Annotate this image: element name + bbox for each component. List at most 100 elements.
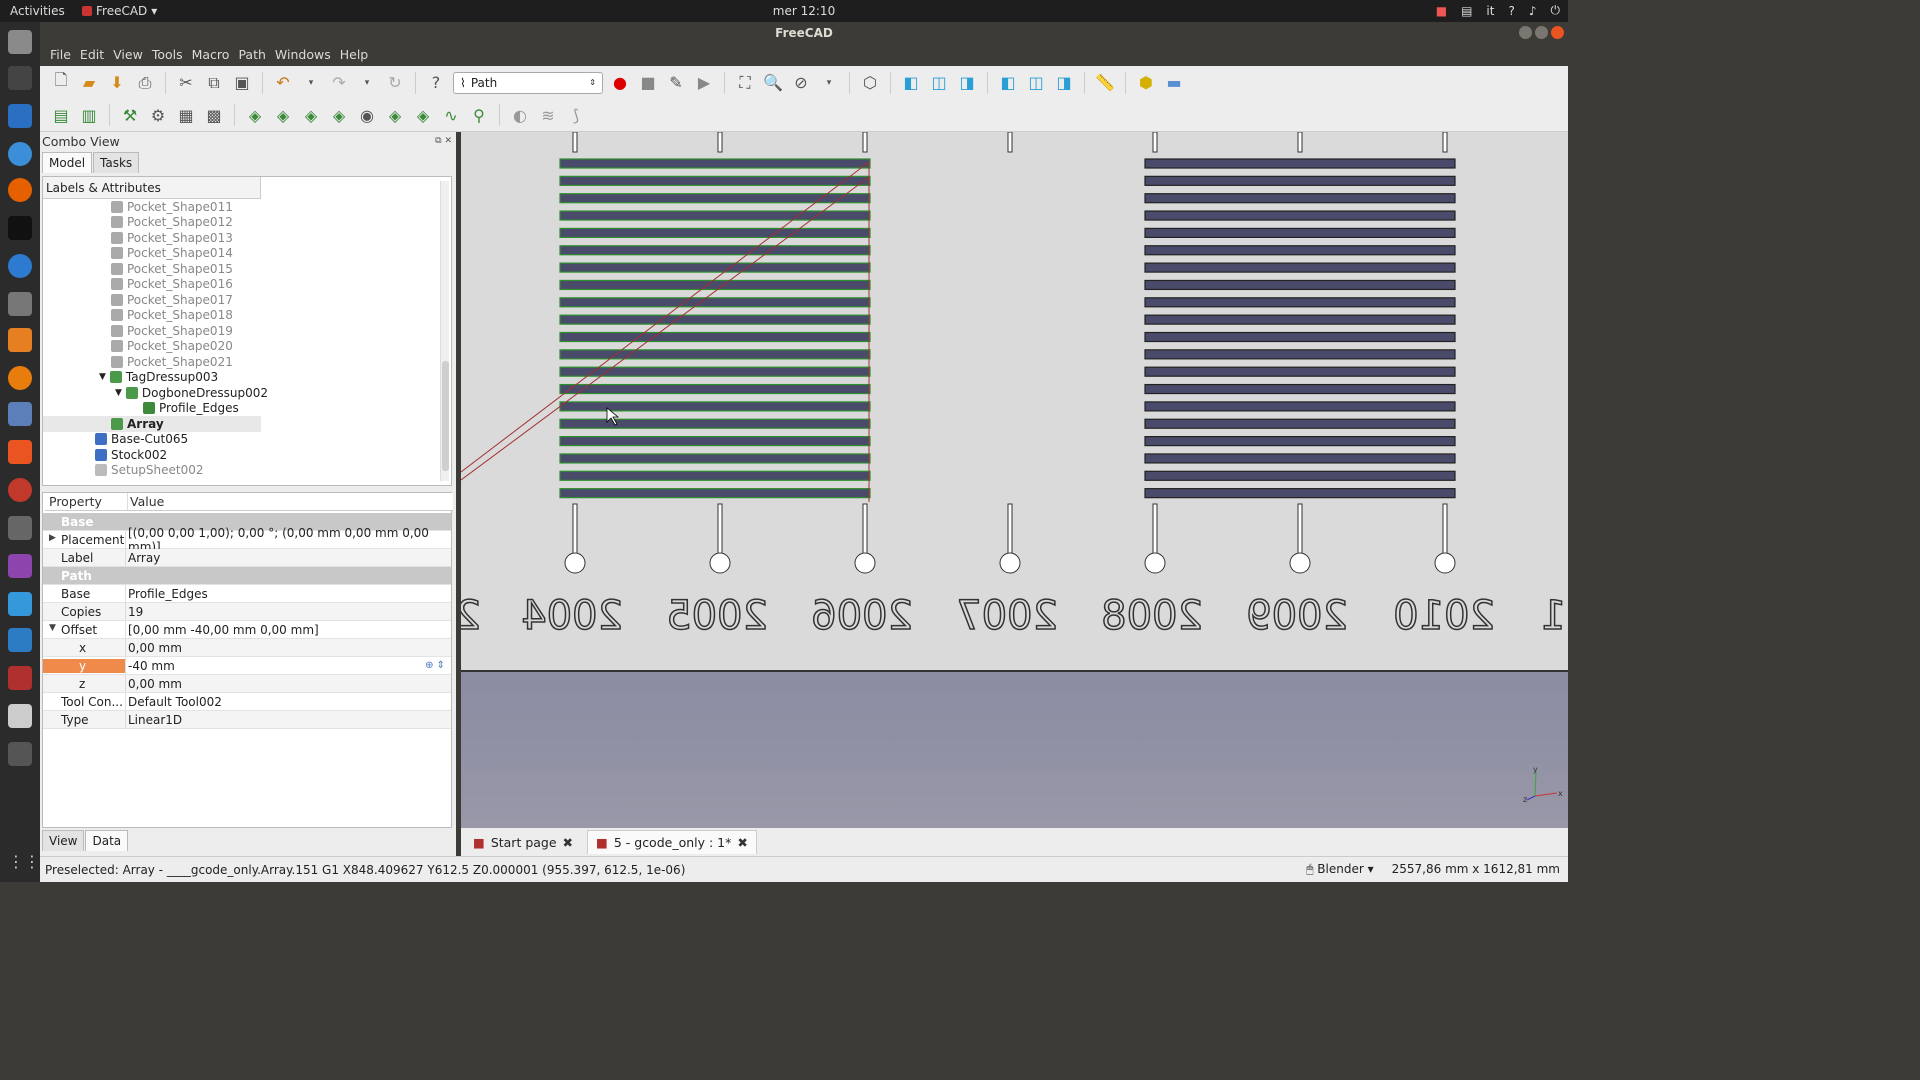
property-row-label[interactable]: Label Array — [43, 549, 451, 567]
power-icon[interactable]: ⏻ — [1551, 3, 1561, 18]
value-column-header[interactable]: Value — [127, 493, 453, 510]
copy-path-icon[interactable]: ▦ — [175, 104, 197, 126]
close-button[interactable] — [1551, 26, 1564, 39]
pocket-bar[interactable] — [559, 314, 871, 325]
inkscape-icon[interactable] — [8, 66, 32, 90]
pocket-bar[interactable] — [559, 383, 871, 395]
menu-help[interactable]: Help — [340, 44, 378, 66]
firefox-icon[interactable] — [8, 178, 32, 202]
pocket-bar[interactable] — [1144, 227, 1456, 239]
tree-item-dogbone[interactable]: ▼ DogboneDressup002 — [115, 385, 268, 401]
tab-model[interactable]: Model — [42, 152, 93, 173]
pocket-bar[interactable] — [559, 488, 871, 499]
pocket-bar[interactable] — [1144, 436, 1456, 447]
fit-selection-icon[interactable]: 🔍 — [762, 72, 784, 94]
menu-macro[interactable]: Macro — [192, 44, 239, 66]
left-view-icon[interactable]: ◨ — [1053, 72, 1075, 94]
pocket-bar[interactable] — [559, 245, 871, 256]
tree-item[interactable]: Pocket_Shape013 — [111, 230, 233, 246]
edit-macro-icon[interactable]: ✎ — [665, 72, 687, 94]
pocket-bar[interactable] — [1144, 470, 1456, 481]
property-row-offset[interactable]: ▼ Offset [0,00 mm -40,00 mm 0,00 mm] — [43, 621, 451, 639]
draw-style-dropdown-icon[interactable]: ▾ — [818, 72, 840, 94]
isometric-view-icon[interactable]: ⬡ — [859, 72, 881, 94]
tree-item[interactable]: Pocket_Shape016 — [111, 277, 233, 293]
install-icon[interactable] — [8, 402, 32, 426]
menu-windows[interactable]: Windows — [275, 44, 340, 66]
camera-app-icon[interactable] — [8, 516, 32, 540]
tab-tasks[interactable]: Tasks — [93, 152, 140, 173]
pocket-bar[interactable] — [1144, 349, 1456, 360]
tool-controller-icon[interactable]: ⚒ — [119, 104, 141, 126]
pocket-bar[interactable] — [559, 470, 871, 481]
rear-view-icon[interactable]: ◧ — [997, 72, 1019, 94]
undo-dropdown-icon[interactable]: ▾ — [300, 72, 322, 94]
tree-item[interactable]: Pocket_Shape019 — [111, 323, 233, 339]
chromium-icon[interactable] — [8, 142, 32, 166]
property-column-header[interactable]: Property — [45, 494, 127, 509]
clock[interactable]: mer 12:10 — [0, 4, 1608, 18]
print-icon[interactable]: ⎙ — [134, 72, 156, 94]
expand-arrow-icon[interactable]: ▼ — [99, 372, 106, 382]
tree-item[interactable]: Pocket_Shape014 — [111, 246, 233, 262]
tree-item[interactable]: Pocket_Shape021 — [111, 354, 233, 370]
profile-icon[interactable]: ◈ — [244, 104, 266, 126]
refresh-icon[interactable]: ↻ — [384, 72, 406, 94]
menu-view[interactable]: View — [113, 44, 152, 66]
freecad-dock-icon[interactable] — [8, 666, 32, 690]
pocket-bar[interactable] — [1144, 175, 1456, 186]
undo-icon[interactable]: ↶ — [272, 72, 294, 94]
pocket-bar[interactable] — [559, 175, 871, 186]
menu-tools[interactable]: Tools — [152, 44, 192, 66]
tree-item[interactable]: Pocket_Shape011 — [111, 199, 233, 215]
pocket-bar[interactable] — [1144, 245, 1456, 256]
drill-icon[interactable]: ◉ — [356, 104, 378, 126]
scratch-icon[interactable] — [8, 328, 32, 352]
property-row-placement[interactable]: ▶ Placement [(0,00 0,00 1,00); 0,00 °; (0,… — [43, 526, 451, 554]
whats-this-icon[interactable]: ? — [425, 72, 447, 94]
simulator-icon[interactable]: ▩ — [203, 104, 225, 126]
run-macro-icon[interactable]: ▶ — [693, 72, 715, 94]
pocket-bar[interactable] — [1144, 279, 1456, 291]
job-icon[interactable]: ▤ — [50, 104, 72, 126]
surface-icon[interactable]: ◐ — [509, 104, 531, 126]
pocket-bar[interactable] — [1144, 262, 1456, 273]
property-row-type[interactable]: Type Linear1D — [43, 711, 451, 729]
menu-edit[interactable]: Edit — [80, 44, 113, 66]
pocket-bar[interactable] — [559, 418, 871, 429]
waterline-icon[interactable]: ≋ — [537, 104, 559, 126]
pocket-bar[interactable] — [559, 331, 871, 343]
pocket-bar[interactable] — [1144, 210, 1456, 221]
clipboard-icon[interactable]: ▤ — [1461, 4, 1472, 18]
workbench-selector[interactable]: ⌇ Path ⇕ — [453, 71, 603, 94]
pocket-bar[interactable] — [559, 349, 871, 360]
cut-icon[interactable]: ✂ — [175, 72, 197, 94]
kdenlive-icon[interactable] — [8, 592, 32, 616]
menu-path[interactable]: Path — [238, 44, 274, 66]
post-process-icon[interactable]: ▥ — [78, 104, 100, 126]
volume-icon[interactable]: ♪ — [1529, 4, 1537, 18]
camera-icon[interactable]: ■ — [1436, 4, 1447, 18]
tree-item-array[interactable]: Array — [43, 416, 261, 432]
mill-face-icon[interactable]: ◈ — [412, 104, 434, 126]
property-group[interactable]: Path — [43, 567, 451, 585]
pocket-bar[interactable] — [1144, 488, 1456, 499]
fit-all-icon[interactable]: ⛶ — [734, 72, 756, 94]
pocket-bar[interactable] — [1144, 297, 1456, 308]
property-row-offset-x[interactable]: x 0,00 mm — [43, 639, 451, 657]
show-apps-icon[interactable]: ⋮⋮ — [8, 852, 40, 876]
cura-icon[interactable] — [8, 254, 32, 278]
pocket-bar[interactable] — [1144, 193, 1456, 204]
property-row-copies[interactable]: Copies 19 — [43, 603, 451, 621]
close-tab-icon[interactable]: ✖ — [563, 835, 573, 850]
video-editor-icon[interactable] — [8, 742, 32, 766]
engrave-icon[interactable]: ◈ — [384, 104, 406, 126]
pocket-bar[interactable] — [559, 297, 871, 308]
3d-viewport[interactable]: 2 2004 2005 2006 2007 2008 2009 2010 1 x… — [461, 132, 1568, 828]
face-icon[interactable]: ◈ — [300, 104, 322, 126]
viewport-canvas[interactable]: 2 2004 2005 2006 2007 2008 2009 2010 1 x… — [461, 132, 1568, 828]
create-group-icon[interactable]: ▬ — [1163, 72, 1185, 94]
close-panel-icon[interactable]: ✕ — [444, 136, 452, 146]
redo-dropdown-icon[interactable]: ▾ — [356, 72, 378, 94]
right-view-icon[interactable]: ◨ — [956, 72, 978, 94]
